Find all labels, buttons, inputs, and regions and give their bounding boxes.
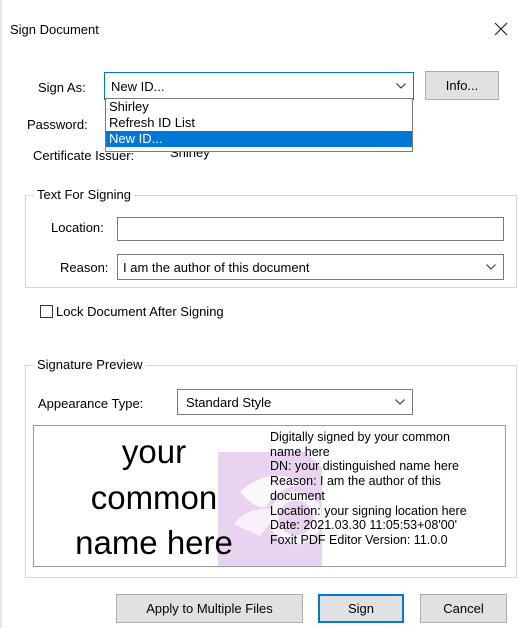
sign-as-value: New ID... — [111, 78, 165, 94]
lock-document-checkbox[interactable] — [40, 305, 53, 318]
dropdown-option-refresh-id-list[interactable]: Refresh ID List — [106, 115, 412, 131]
signature-details: Digitally signed by your common name her… — [270, 430, 505, 548]
appearance-type-value: Standard Style — [186, 394, 272, 410]
signature-detail-line: name here — [270, 444, 330, 459]
appearance-type-dropdown[interactable]: Standard Style — [177, 389, 413, 415]
dropdown-option-shirley[interactable]: Shirley — [106, 99, 412, 115]
reason-value: I am the author of this document — [123, 259, 310, 275]
info-button[interactable]: Info... — [425, 71, 499, 100]
signature-preview-legend: Signature Preview — [34, 357, 146, 372]
sign-as-dropdown-list[interactable]: Shirley Refresh ID List New ID... — [105, 98, 413, 152]
text-for-signing-legend: Text For Signing — [34, 187, 134, 202]
close-button[interactable] — [487, 16, 515, 42]
signature-detail-line: Foxit PDF Editor Version: 11.0.0 — [270, 532, 448, 547]
dropdown-option-new-id[interactable]: New ID... — [106, 131, 412, 147]
signature-detail-line: DN: your distinguished name here — [270, 459, 459, 474]
location-label: Location: — [51, 220, 104, 235]
dialog-title: Sign Document — [10, 22, 99, 37]
signature-detail-line: Location: your signing location here — [270, 503, 467, 518]
sign-button[interactable]: Sign — [318, 594, 404, 623]
signature-name-line: your — [121, 433, 187, 470]
sign-as-dropdown[interactable]: New ID... — [104, 72, 414, 100]
cancel-button[interactable]: Cancel — [420, 594, 507, 623]
reason-dropdown[interactable]: I am the author of this document — [117, 254, 504, 280]
signature-name-line: common — [90, 479, 218, 516]
reason-label: Reason: — [60, 260, 109, 275]
signature-detail-line: Reason: I am the author of this — [270, 474, 441, 489]
chevron-down-icon — [394, 396, 406, 408]
signature-name-line: name here — [75, 524, 233, 561]
signature-detail-line: document — [270, 488, 325, 503]
close-icon — [494, 22, 508, 36]
window-edge — [0, 0, 2, 628]
signature-detail-line: Date: 2021.03.30 11:05:53+08'00' — [270, 518, 457, 533]
chevron-down-icon — [485, 261, 497, 273]
location-input[interactable] — [117, 217, 504, 241]
apply-to-multiple-files-button[interactable]: Apply to Multiple Files — [116, 594, 303, 623]
sign-as-label: Sign As: — [38, 80, 86, 95]
lock-document-label[interactable]: Lock Document After Signing — [56, 304, 224, 319]
signature-detail-line: Digitally signed by your common — [270, 430, 450, 444]
chevron-down-icon — [395, 80, 407, 92]
password-label: Password: — [27, 117, 88, 132]
appearance-type-label: Appearance Type: — [38, 396, 144, 411]
signature-preview-box: your common name here Digitally signed b… — [33, 425, 506, 567]
